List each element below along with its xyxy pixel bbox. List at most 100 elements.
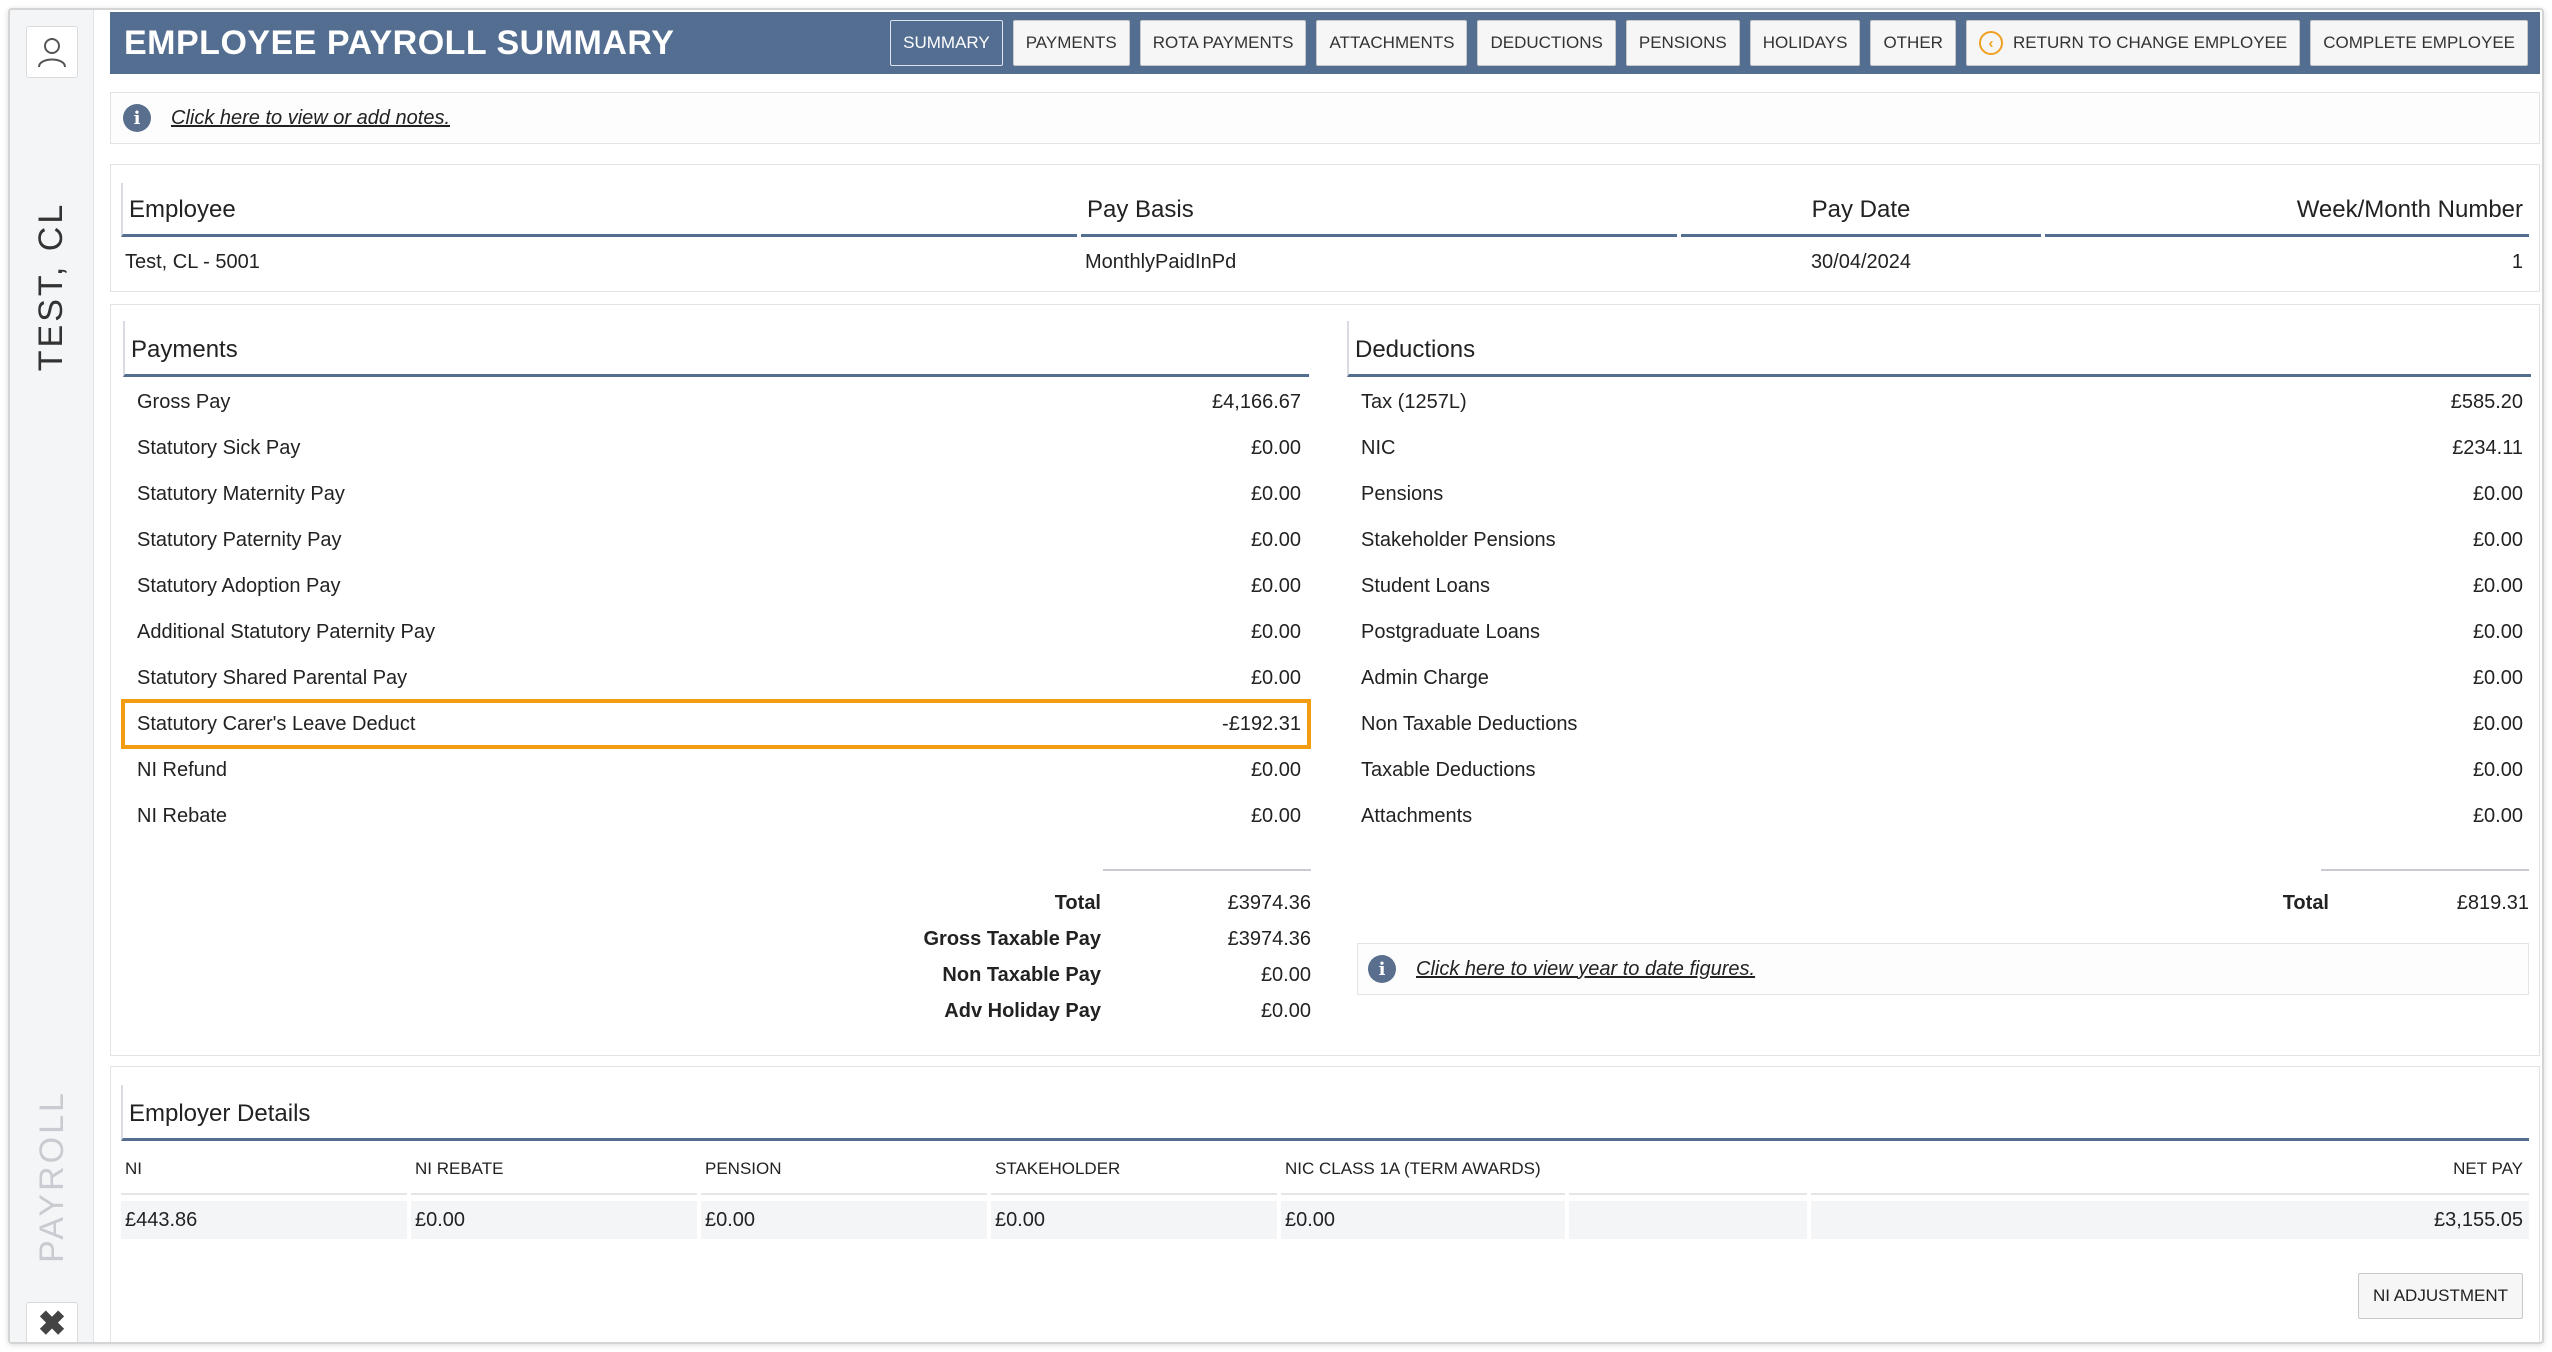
deduction-label: Attachments [1361,804,1473,827]
value-pension: £0.00 [701,1201,987,1239]
employer-details-title: Employer Details [121,1085,2529,1141]
deduction-value: £0.00 [2472,758,2523,781]
deduction-value: £0.00 [2472,712,2523,735]
payment-row-highlighted: Statutory Carer's Leave Deduct -£192.31 [121,699,1311,749]
tab-holidays[interactable]: HOLIDAYS [1749,20,1861,66]
employer-values: £443.86 £0.00 £0.00 £0.00 £0.00 £3,155.0… [121,1201,2529,1239]
page-title: EMPLOYEE PAYROLL SUMMARY [124,23,675,62]
info-icon: i [1368,955,1396,983]
deduction-label: Pensions [1361,482,1444,505]
employee-table-header: Employee Pay Basis Pay Date Week/Month N… [121,183,2529,237]
deduction-row: Non Taxable Deductions £0.00 [1347,701,2531,747]
payment-row: Statutory Paternity Pay £0.00 [123,517,1309,563]
employer-details-panel: Employer Details NI NI REBATE PENSION ST… [110,1066,2540,1342]
payment-value: £0.00 [1250,758,1301,781]
total-label: Total [2282,891,2329,914]
deductions-title: Deductions [1347,321,2531,377]
payment-row: Additional Statutory Paternity Pay £0.00 [123,609,1309,655]
deductions-column: Deductions Tax (1257L) £585.20 NIC £234.11… [1347,321,2531,839]
deduction-row: Stakeholder Pensions £0.00 [1347,517,2531,563]
tab-other[interactable]: OTHER [1870,20,1956,66]
total-row: Total £819.31 [2129,885,2529,921]
complete-employee-button[interactable]: COMPLETE EMPLOYEE [2310,20,2528,66]
payment-label: Statutory Paternity Pay [137,528,342,551]
employee-value: Test, CL - 5001 [125,251,260,273]
close-button[interactable]: ✖ [26,1302,78,1343]
payments-total-separator [1103,869,1311,871]
deduction-label: Student Loans [1361,574,1490,597]
user-icon-button[interactable] [26,26,78,78]
payment-row: Statutory Adoption Pay £0.00 [123,563,1309,609]
payment-value: £0.00 [1250,482,1301,505]
deduction-value: £0.00 [2472,666,2523,689]
column-nic-class-1a: NIC CLASS 1A (TERM AWARDS) [1281,1145,1565,1195]
payment-value: £0.00 [1250,436,1301,459]
payment-label: NI Rebate [137,804,228,827]
payments-title: Payments [123,321,1309,377]
column-ni-rebate: NI REBATE [411,1145,697,1195]
total-row: Total £3974.36 [811,885,1311,921]
pay-date-value: 30/04/2024 [1810,251,1912,273]
total-label: Adv Holiday Pay [944,999,1101,1022]
total-value: £0.00 [1260,963,1311,986]
deductions-totals: Total £819.31 [2129,885,2529,921]
deduction-row: Pensions £0.00 [1347,471,2531,517]
payment-value: £0.00 [1250,804,1301,827]
tab-payments[interactable]: PAYMENTS [1012,20,1130,66]
value-stakeholder: £0.00 [991,1201,1277,1239]
column-pension: PENSION [701,1145,987,1195]
deduction-row: Tax (1257L) £585.20 [1347,379,2531,425]
total-value: £3974.36 [1227,927,1311,950]
pay-basis-value: MonthlyPaidInPd [1085,251,1237,273]
total-label: Non Taxable Pay [942,963,1101,986]
left-rail: TEST, CL PAYROLL ✖ [10,10,94,1342]
deduction-value: £234.11 [2452,436,2523,459]
payment-label: Statutory Sick Pay [137,436,301,459]
payment-value: £0.00 [1250,620,1301,643]
tab-deductions[interactable]: DEDUCTIONS [1477,20,1616,66]
value-ni: £443.86 [121,1201,407,1239]
payroll-window: TEST, CL PAYROLL ✖ EMPLOYEE PAYROLL SUMM… [8,8,2544,1344]
info-icon: i [123,104,151,132]
payment-value: £0.00 [1250,574,1301,597]
week-month-value: 1 [2511,251,2523,273]
deduction-label: Admin Charge [1361,666,1489,689]
deduction-label: Non Taxable Deductions [1361,712,1578,735]
deduction-value: £585.20 [2450,390,2523,413]
tab-summary[interactable]: SUMMARY [890,20,1003,66]
deduction-value: £0.00 [2472,574,2523,597]
notes-link[interactable]: Click here to view or add notes. [171,107,450,130]
employee-name-label: TEST, CL [32,201,71,371]
tab-rota-payments[interactable]: ROTA PAYMENTS [1139,20,1307,66]
tab-attachments[interactable]: ATTACHMENTS [1316,20,1468,66]
return-to-change-employee-button[interactable]: ‹ RETURN TO CHANGE EMPLOYEE [1965,20,2301,66]
employer-columns: NI NI REBATE PENSION STAKEHOLDER NIC CLA… [121,1145,2529,1195]
deduction-label: Postgraduate Loans [1361,620,1541,643]
total-row: Gross Taxable Pay £3974.36 [811,921,1312,957]
value-nic-class-1a: £0.00 [1281,1201,1565,1239]
deduction-value: £0.00 [2472,804,2523,827]
deduction-label: Tax (1257L) [1361,390,1467,413]
deduction-value: £0.00 [2472,482,2523,505]
payment-label: Statutory Adoption Pay [137,574,341,597]
payment-label: Gross Pay [137,390,231,413]
ytd-link[interactable]: Click here to view year to date figures. [1416,958,1755,981]
deduction-row: Admin Charge £0.00 [1347,655,2531,701]
payments-list: Gross Pay £4,166.67 Statutory Sick Pay £0.… [121,377,1311,839]
tab-pensions[interactable]: PENSIONS [1625,20,1740,66]
ni-adjustment-button[interactable]: NI ADJUSTMENT [2357,1273,2523,1319]
total-label: Total [1054,891,1101,914]
payment-label: Statutory Shared Parental Pay [137,666,408,689]
payment-row: Statutory Shared Parental Pay £0.00 [123,655,1309,701]
payment-label: Statutory Maternity Pay [137,482,345,505]
total-value: £0.00 [1260,999,1311,1022]
deduction-value: £0.00 [2472,528,2523,551]
module-name-vertical: PAYROLL [26,1090,78,1263]
deduction-row: NIC £234.11 [1347,425,2531,471]
total-value: £3974.36 [1227,891,1311,914]
payment-value: -£192.31 [1222,712,1301,735]
payment-value: £0.00 [1250,528,1301,551]
deduction-row: Student Loans £0.00 [1347,563,2531,609]
close-icon: ✖ [37,1305,67,1343]
tab-bar: SUMMARY PAYMENTS ROTA PAYMENTS ATTACHMEN… [890,20,2528,66]
